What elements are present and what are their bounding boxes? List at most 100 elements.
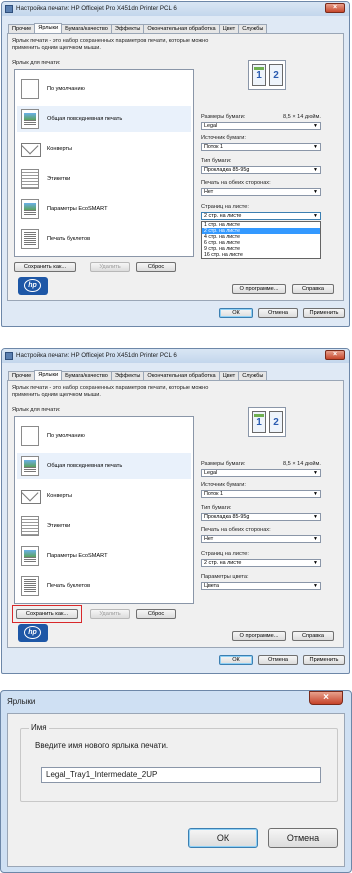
shortcuts-description: Ярлык печати - это набор сохраненных пар… [12, 38, 209, 51]
pages-per-sheet-select[interactable]: 2 стр. на листе ▼ [201, 559, 321, 567]
reset-button[interactable]: Сброс [136, 609, 176, 619]
apply-button[interactable]: Применить [303, 655, 345, 665]
paper-size-select[interactable]: Legal ▼ [201, 122, 321, 130]
chevron-down-icon: ▼ [313, 213, 318, 219]
cancel-button[interactable]: Отмена [258, 655, 298, 665]
title-bar[interactable]: Настройка печати: HP Officejet Pro X451d… [2, 2, 349, 16]
chevron-down-icon: ▼ [313, 470, 318, 476]
paper-size-label: Размеры бумаги: [201, 461, 246, 467]
envelope-icon [21, 486, 41, 506]
chevron-down-icon: ▼ [313, 189, 318, 195]
chevron-down-icon: ▼ [313, 491, 318, 497]
window-title: Настройка печати: HP Officejet Pro X451d… [16, 5, 177, 12]
window-title: Настройка печати: HP Officejet Pro X451d… [16, 352, 177, 359]
cancel-button[interactable]: Отмена [268, 828, 338, 848]
list-item-ecosmart[interactable]: Параметры EcoSMART [17, 196, 191, 222]
print-settings-window-2: Настройка печати: HP Officejet Pro X451d… [1, 348, 350, 674]
list-item-default[interactable]: По умолчанию [17, 76, 191, 102]
booklet-icon [21, 576, 39, 596]
preview-page-1: 1 [252, 64, 266, 86]
shortcuts-list[interactable]: По умолчанию Общая повседневная печать К… [14, 69, 194, 257]
duplex-select[interactable]: Нет ▼ [201, 188, 321, 196]
color-params-select[interactable]: Цвета ▼ [201, 582, 321, 590]
paper-source-select[interactable]: Поток 1 ▼ [201, 143, 321, 151]
list-item-booklet[interactable]: Печать буклетов [17, 573, 191, 599]
delete-button[interactable]: Удалить [90, 609, 130, 619]
list-item-default[interactable]: По умолчанию [17, 423, 191, 449]
dropdown-option[interactable]: 16 стр. на листе [202, 252, 320, 258]
tab-strip: Прочие Ярлыки Бумага/качество Эффекты Оконча… [8, 369, 268, 382]
paper-size-select[interactable]: Legal ▼ [201, 469, 321, 477]
photo-page-icon [21, 456, 39, 476]
pages-per-sheet-label: Страниц на листе: [201, 551, 249, 557]
delete-button[interactable]: Удалить [90, 262, 130, 272]
paper-size-dimensions: 8,5 × 14 дюйм. [283, 114, 321, 120]
save-as-button[interactable]: Сохранить как... [14, 262, 76, 272]
page-preview: 1 2 [248, 407, 286, 437]
paper-size-label: Размеры бумаги: [201, 114, 246, 120]
close-button[interactable]: × [325, 350, 345, 360]
chevron-down-icon: ▼ [313, 514, 318, 520]
reset-button[interactable]: Сброс [136, 262, 176, 272]
ok-button[interactable]: ОК [219, 308, 253, 318]
help-button[interactable]: Справка [292, 631, 334, 641]
list-item-ecosmart[interactable]: Параметры EcoSMART [17, 543, 191, 569]
title-bar[interactable]: Настройка печати: HP Officejet Pro X451d… [2, 349, 349, 363]
envelope-icon [21, 139, 41, 159]
help-button[interactable]: Справка [292, 284, 334, 294]
paper-type-label: Тип бумаги: [201, 158, 232, 164]
printer-icon [5, 5, 13, 13]
dialog-title: Ярлыки [7, 697, 36, 706]
eco-page-icon [21, 546, 39, 566]
pages-per-sheet-select[interactable]: 2 стр. на листе ▼ [201, 212, 321, 220]
shortcuts-list[interactable]: По умолчанию Общая повседневная печать К… [14, 416, 194, 604]
color-params-label: Параметры цвета: [201, 574, 249, 580]
about-button[interactable]: О программе... [232, 284, 286, 294]
page-preview: 1 2 [248, 60, 286, 90]
list-item-envelopes[interactable]: Конверты [17, 136, 191, 162]
list-item-envelopes[interactable]: Конверты [17, 483, 191, 509]
chevron-down-icon: ▼ [313, 560, 318, 566]
ok-button[interactable]: ОК [219, 655, 253, 665]
chevron-down-icon: ▼ [313, 583, 318, 589]
shortcut-name-input[interactable]: Legal_Tray1_Intermedate_2UP [41, 767, 321, 783]
shortcuts-list-label: Ярлык для печати: [12, 60, 61, 66]
duplex-label: Печать на обеих сторонах: [201, 527, 271, 533]
print-settings-window-1: Настройка печати: HP Officejet Pro X451d… [1, 1, 350, 327]
name-prompt: Введите имя нового ярлыка печати. [35, 741, 169, 750]
close-button[interactable]: × [325, 3, 345, 13]
photo-page-icon [21, 109, 39, 129]
preview-page-2: 2 [269, 411, 283, 433]
shortcuts-panel: Ярлык печати - это набор сохраненных пар… [7, 380, 344, 648]
chevron-down-icon: ▼ [313, 123, 318, 129]
group-label: Имя [29, 723, 49, 732]
save-as-highlight [12, 605, 82, 623]
blank-page-icon [21, 426, 39, 446]
paper-type-select[interactable]: Прокладка 85-95g ▼ [201, 513, 321, 521]
pages-per-sheet-label: Страниц на листе: [201, 204, 249, 210]
list-item-everyday[interactable]: Общая повседневная печать [17, 106, 191, 132]
paper-type-select[interactable]: Прокладка 85-95g ▼ [201, 166, 321, 174]
about-button[interactable]: О программе... [232, 631, 286, 641]
cancel-button[interactable]: Отмена [258, 308, 298, 318]
chevron-down-icon: ▼ [313, 167, 318, 173]
paper-source-select[interactable]: Поток 1 ▼ [201, 490, 321, 498]
labels-sheet-icon [21, 516, 39, 536]
preview-page-2: 2 [269, 64, 283, 86]
paper-source-label: Источник бумаги: [201, 482, 246, 488]
list-item-labels[interactable]: Этикетки [17, 166, 191, 192]
list-item-everyday[interactable]: Общая повседневная печать [17, 453, 191, 479]
chevron-down-icon: ▼ [313, 144, 318, 150]
name-groupbox: Имя Введите имя нового ярлыка печати. Le… [20, 723, 338, 802]
pages-per-sheet-dropdown: 1 стр. на листе 2 стр. на листе 4 стр. н… [201, 221, 321, 259]
labels-sheet-icon [21, 169, 39, 189]
dialog-body: Имя Введите имя нового ярлыка печати. Le… [7, 713, 345, 867]
ok-button[interactable]: ОК [188, 828, 258, 848]
close-button[interactable]: × [309, 691, 343, 705]
duplex-select[interactable]: Нет ▼ [201, 535, 321, 543]
tab-strip: Прочие Ярлыки Бумага/качество Эффекты Оконча… [8, 22, 268, 35]
apply-button[interactable]: Применить [303, 308, 345, 318]
list-item-labels[interactable]: Этикетки [17, 513, 191, 539]
list-item-booklet[interactable]: Печать буклетов [17, 226, 191, 252]
shortcuts-description: Ярлык печати - это набор сохраненных пар… [12, 385, 209, 398]
